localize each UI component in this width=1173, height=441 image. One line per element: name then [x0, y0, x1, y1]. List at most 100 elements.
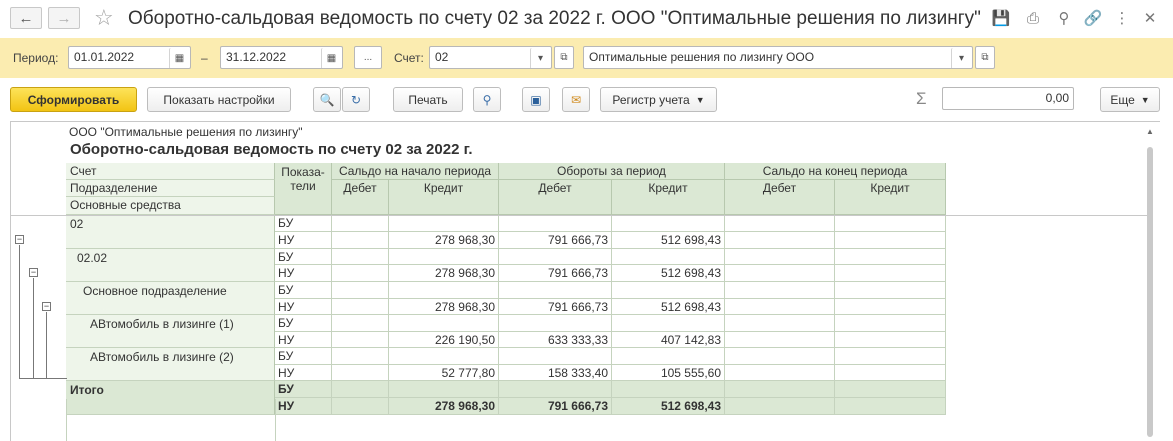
collapse-icon[interactable]: −	[29, 268, 38, 277]
open-account-icon[interactable]: ⧉	[554, 46, 574, 69]
row-indicator: БУ	[275, 249, 332, 265]
table-cell	[725, 348, 835, 365]
link-icon[interactable]: 🔗	[1083, 8, 1103, 28]
generate-button[interactable]: Сформировать	[10, 87, 137, 112]
table-cell	[332, 215, 389, 232]
table-cell: 512 698,43	[612, 265, 725, 282]
row-indicator: НУ	[275, 232, 332, 249]
table-cell: 105 555,60	[612, 365, 725, 381]
table-cell	[725, 315, 835, 332]
preview-button[interactable]: ⚲	[473, 87, 501, 112]
table-cell: 278 968,30	[389, 232, 499, 249]
period-label: Период:	[13, 51, 59, 65]
search-icon: 🔍	[319, 92, 335, 107]
table-cell	[499, 348, 612, 365]
date-from-field[interactable]: 01.01.2022 ▦	[68, 46, 191, 69]
arrow-left-icon: ←	[18, 9, 34, 27]
table-cell	[612, 348, 725, 365]
title-bar: ← → ☆ Оборотно-сальдовая ведомость по сч…	[0, 0, 1173, 38]
preview-icon: ⚲	[482, 92, 492, 107]
row-indicator: НУ	[275, 332, 332, 348]
period-select-button[interactable]: ...	[354, 46, 382, 69]
table-cell	[725, 265, 835, 282]
close-icon[interactable]: ✕	[1140, 8, 1160, 28]
header-indicators: Показа-тели	[275, 163, 332, 215]
forward-button[interactable]: →	[48, 7, 80, 29]
table-cell: 226 190,50	[389, 332, 499, 348]
print-button[interactable]: Печать	[393, 87, 463, 112]
search-clear-button[interactable]: ↻	[342, 87, 370, 112]
grid-line	[66, 399, 67, 441]
save-icon[interactable]: 💾	[991, 8, 1011, 28]
favorite-star-icon[interactable]: ☆	[94, 5, 114, 31]
open-organization-icon[interactable]: ⧉	[975, 46, 995, 69]
table-cell	[835, 265, 946, 282]
organization-field[interactable]: Оптимальные решения по лизингу ООО ▾	[583, 46, 973, 69]
row-indicator: НУ	[275, 265, 332, 282]
table-cell	[332, 398, 389, 415]
header-assets: Основные средства	[66, 197, 275, 215]
report-spreadsheet[interactable]: ООО "Оптимальные решения по лизингу" Обо…	[10, 121, 1160, 441]
date-to-field[interactable]: 31.12.2022 ▦	[220, 46, 343, 69]
row-indicator: БУ	[275, 381, 332, 398]
row-indicator: НУ	[275, 398, 332, 415]
row-group-label: 02	[66, 215, 275, 249]
table-cell	[725, 299, 835, 315]
table-cell	[725, 232, 835, 249]
table-cell	[499, 215, 612, 232]
table-cell	[499, 249, 612, 265]
back-button[interactable]: ←	[10, 7, 42, 29]
accounting-register-button[interactable]: Регистр учета ▼	[600, 87, 717, 112]
save-button[interactable]: ▣	[522, 87, 550, 112]
report-organization: ООО "Оптимальные решения по лизингу"	[69, 125, 303, 139]
account-field[interactable]: 02 ▾	[429, 46, 552, 69]
table-cell	[332, 332, 389, 348]
table-cell: 633 333,33	[499, 332, 612, 348]
table-cell	[332, 265, 389, 282]
scroll-thumb[interactable]	[1147, 147, 1153, 437]
collapse-icon[interactable]: −	[15, 235, 24, 244]
show-settings-button[interactable]: Показать настройки	[147, 87, 291, 112]
vertical-scrollbar[interactable]: ▲	[1146, 127, 1154, 441]
dropdown-arrow-icon[interactable]: ▾	[951, 48, 971, 68]
table-cell: 158 333,40	[499, 365, 612, 381]
dropdown-arrow-icon[interactable]: ▾	[530, 48, 550, 68]
table-cell: 52 777,80	[389, 365, 499, 381]
table-cell	[389, 215, 499, 232]
table-cell	[499, 315, 612, 332]
table-cell: 278 968,30	[389, 299, 499, 315]
header-credit: Кредит	[835, 180, 946, 215]
table-cell: 791 666,73	[499, 232, 612, 249]
table-cell	[835, 299, 946, 315]
table-cell	[389, 282, 499, 299]
table-cell: 791 666,73	[499, 299, 612, 315]
table-cell	[389, 348, 499, 365]
table-cell: 791 666,73	[499, 265, 612, 282]
print-icon[interactable]: ⎙	[1023, 8, 1043, 28]
date-to-value: 31.12.2022	[226, 50, 287, 64]
search-reset-icon: ↻	[350, 92, 362, 107]
calendar-icon[interactable]: ▦	[321, 48, 341, 68]
scroll-up-icon[interactable]: ▲	[1146, 127, 1154, 136]
preview-icon[interactable]: ⚲	[1054, 8, 1074, 28]
account-label: Счет:	[394, 51, 424, 65]
table-cell	[835, 398, 946, 415]
calendar-icon[interactable]: ▦	[169, 48, 189, 68]
header-indicators-line1: Показа-	[281, 165, 325, 179]
search-button[interactable]: 🔍	[313, 87, 341, 112]
table-cell	[835, 249, 946, 265]
email-button[interactable]: ✉	[562, 87, 590, 112]
organization-value: Оптимальные решения по лизингу ООО	[589, 50, 815, 64]
table-cell	[835, 365, 946, 381]
sum-field[interactable]: 0,00	[942, 87, 1074, 110]
header-opening-balance: Сальдо на начало периода	[332, 163, 499, 180]
table-cell: 512 698,43	[612, 232, 725, 249]
collapse-icon[interactable]: −	[42, 302, 51, 311]
table-cell	[332, 315, 389, 332]
more-button[interactable]: Еще ▼	[1100, 87, 1160, 112]
row-group-label: АВтомобиль в лизинге (2)	[66, 348, 275, 381]
row-group-label: АВтомобиль в лизинге (1)	[66, 315, 275, 348]
table-cell	[725, 282, 835, 299]
more-label: Еще	[1110, 92, 1135, 107]
more-vertical-icon[interactable]: ⋮	[1112, 8, 1132, 28]
